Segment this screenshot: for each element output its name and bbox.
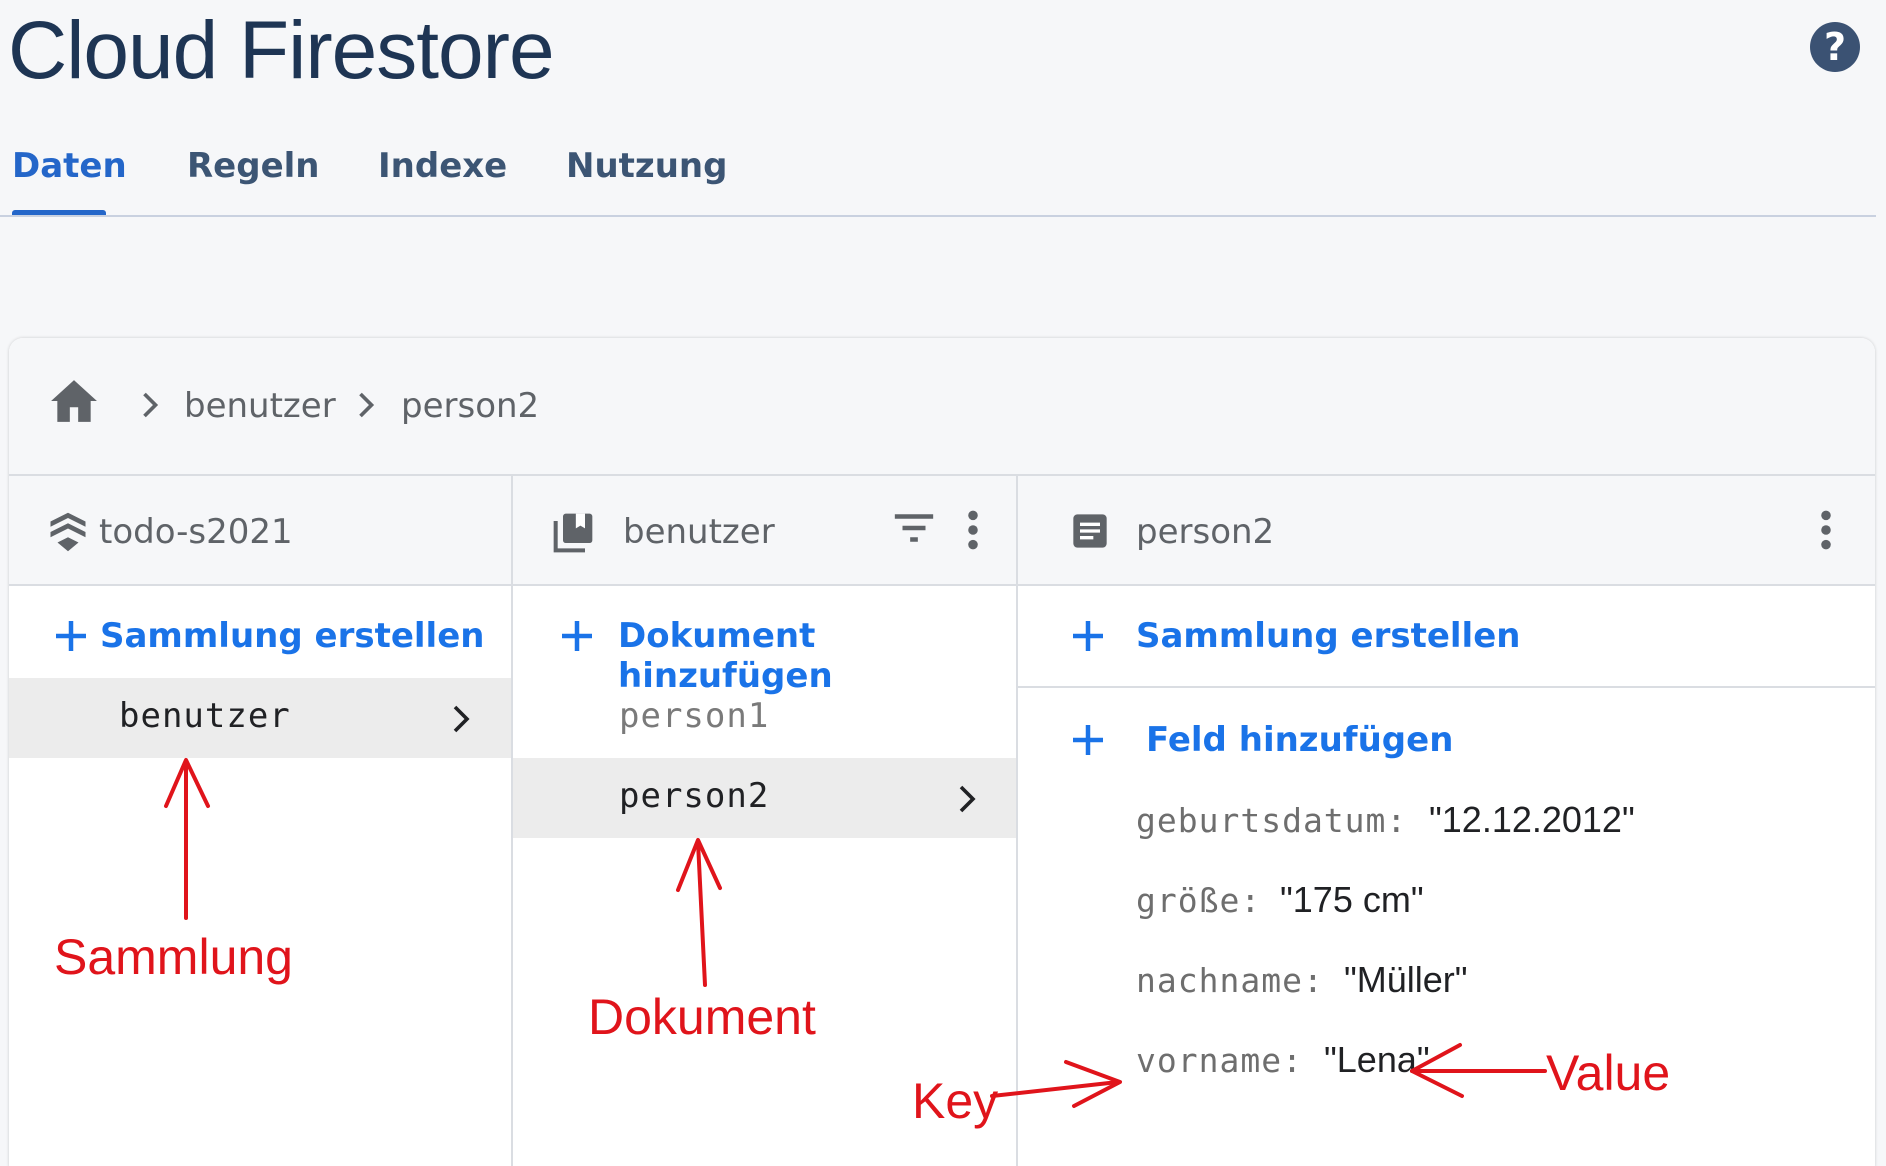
help-icon[interactable]: ? [1810, 22, 1860, 72]
list-item-label: benutzer [119, 696, 291, 736]
annotation-key: Key [912, 1073, 999, 1129]
divider [1018, 686, 1875, 688]
plus-icon [56, 621, 86, 651]
field-row[interactable]: vorname: "Lena" [1018, 1039, 1875, 1101]
add-field-label: Feld hinzufügen [1146, 720, 1454, 760]
chevron-right-icon [359, 392, 375, 418]
annotation-sammlung: Sammlung [54, 929, 293, 985]
column-header: benutzer [513, 476, 1016, 586]
home-icon[interactable] [49, 378, 99, 424]
breadcrumb-item-benutzer[interactable]: benutzer [184, 386, 336, 426]
list-item-person2[interactable]: person2 [513, 758, 1016, 838]
list-item-label: person2 [619, 776, 770, 816]
plus-icon [562, 621, 592, 651]
tab-regeln[interactable]: Regeln [187, 146, 320, 186]
breadcrumb: benutzer person2 [9, 338, 1875, 476]
field-key: nachname: [1136, 961, 1324, 1000]
breadcrumb-item-person2[interactable]: person2 [401, 386, 539, 426]
plus-icon [1073, 725, 1103, 755]
project-title: todo-s2021 [99, 512, 293, 552]
collection-column: benutzer Dokument hinzufügen person1 per… [513, 476, 1018, 1166]
field-key: geburtsdatum: [1136, 801, 1408, 840]
create-subcollection-button[interactable]: Sammlung erstellen [1018, 586, 1875, 686]
chevron-right-icon [143, 392, 159, 418]
field-row[interactable]: geburtsdatum: "12.12.2012" [1018, 799, 1875, 861]
more-vert-icon[interactable] [1816, 508, 1836, 552]
field-value: "Lena" [1324, 1039, 1430, 1080]
add-document-button[interactable]: Dokument hinzufügen [513, 586, 1016, 696]
document-title: person2 [1136, 512, 1275, 552]
annotation-dokument: Dokument [588, 989, 816, 1045]
data-panel: benutzer person2 todo-s2021 Sammlung ers… [9, 338, 1875, 1166]
field-value: "12.12.2012" [1429, 799, 1635, 840]
field-value: "Müller" [1344, 959, 1468, 1000]
filter-icon[interactable] [891, 508, 937, 548]
column-header: person2 [1018, 476, 1875, 586]
tabs-divider [0, 215, 1876, 217]
create-collection-button[interactable]: Sammlung erstellen [9, 586, 511, 686]
list-item-label: person1 [619, 696, 770, 736]
create-subcollection-label: Sammlung erstellen [1136, 616, 1521, 656]
more-vert-icon[interactable] [963, 508, 983, 552]
page-title: Cloud Firestore [8, 5, 555, 96]
tab-daten[interactable]: Daten [12, 146, 127, 186]
field-key: vorname: [1136, 1041, 1303, 1080]
list-item-benutzer[interactable]: benutzer [9, 678, 511, 758]
tab-indexe[interactable]: Indexe [378, 146, 507, 186]
document-icon [1073, 514, 1107, 548]
annotation-value: Value [1546, 1045, 1671, 1101]
field-row[interactable]: größe: "175 cm" [1018, 879, 1875, 941]
firestore-stack-icon [50, 512, 86, 552]
document-column: person2 Sammlung erstellen Feld hinzufüg… [1018, 476, 1875, 1166]
tab-bar: Daten Regeln Indexe Nutzung [0, 140, 1876, 218]
add-field-button[interactable]: Feld hinzufügen [1018, 690, 1875, 790]
project-column: todo-s2021 Sammlung erstellen benutzer [9, 476, 513, 1166]
create-collection-label: Sammlung erstellen [100, 616, 485, 656]
collection-icon [553, 513, 593, 553]
list-item-person1[interactable]: person1 [513, 678, 1016, 758]
chevron-right-icon [453, 705, 470, 733]
plus-icon [1073, 621, 1103, 651]
field-key: größe: [1136, 881, 1262, 920]
tab-nutzung[interactable]: Nutzung [566, 146, 727, 186]
column-header: todo-s2021 [9, 476, 511, 586]
field-value: "175 cm" [1280, 879, 1424, 920]
collection-title: benutzer [623, 512, 775, 552]
field-row[interactable]: nachname: "Müller" [1018, 959, 1875, 1021]
chevron-right-icon [959, 785, 976, 813]
